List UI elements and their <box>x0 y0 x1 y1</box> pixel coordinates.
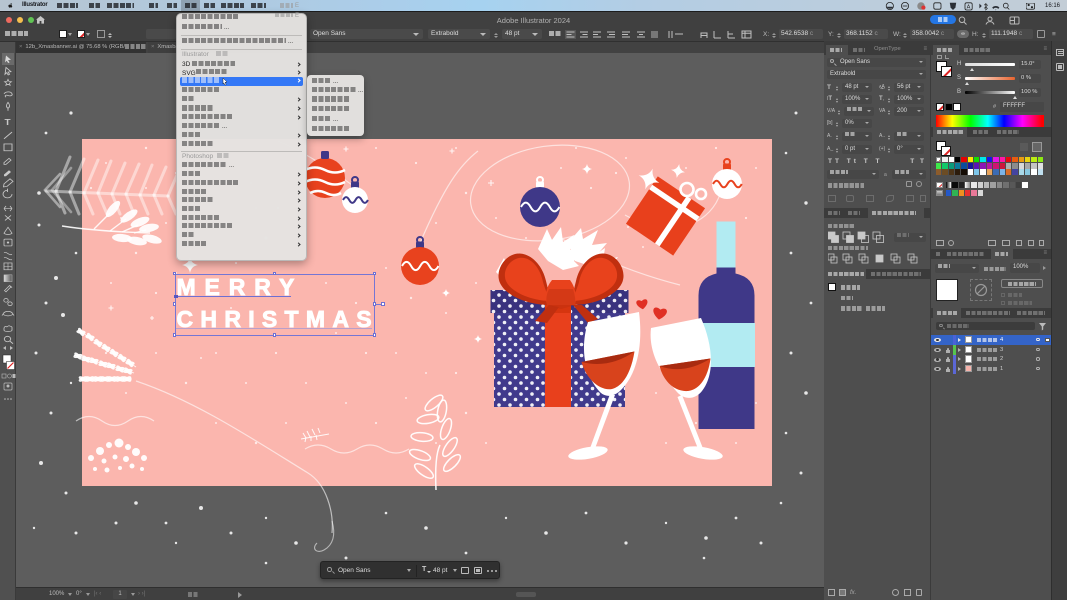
svg-text:T: T <box>5 118 11 127</box>
svg-text:A: A <box>967 4 971 10</box>
